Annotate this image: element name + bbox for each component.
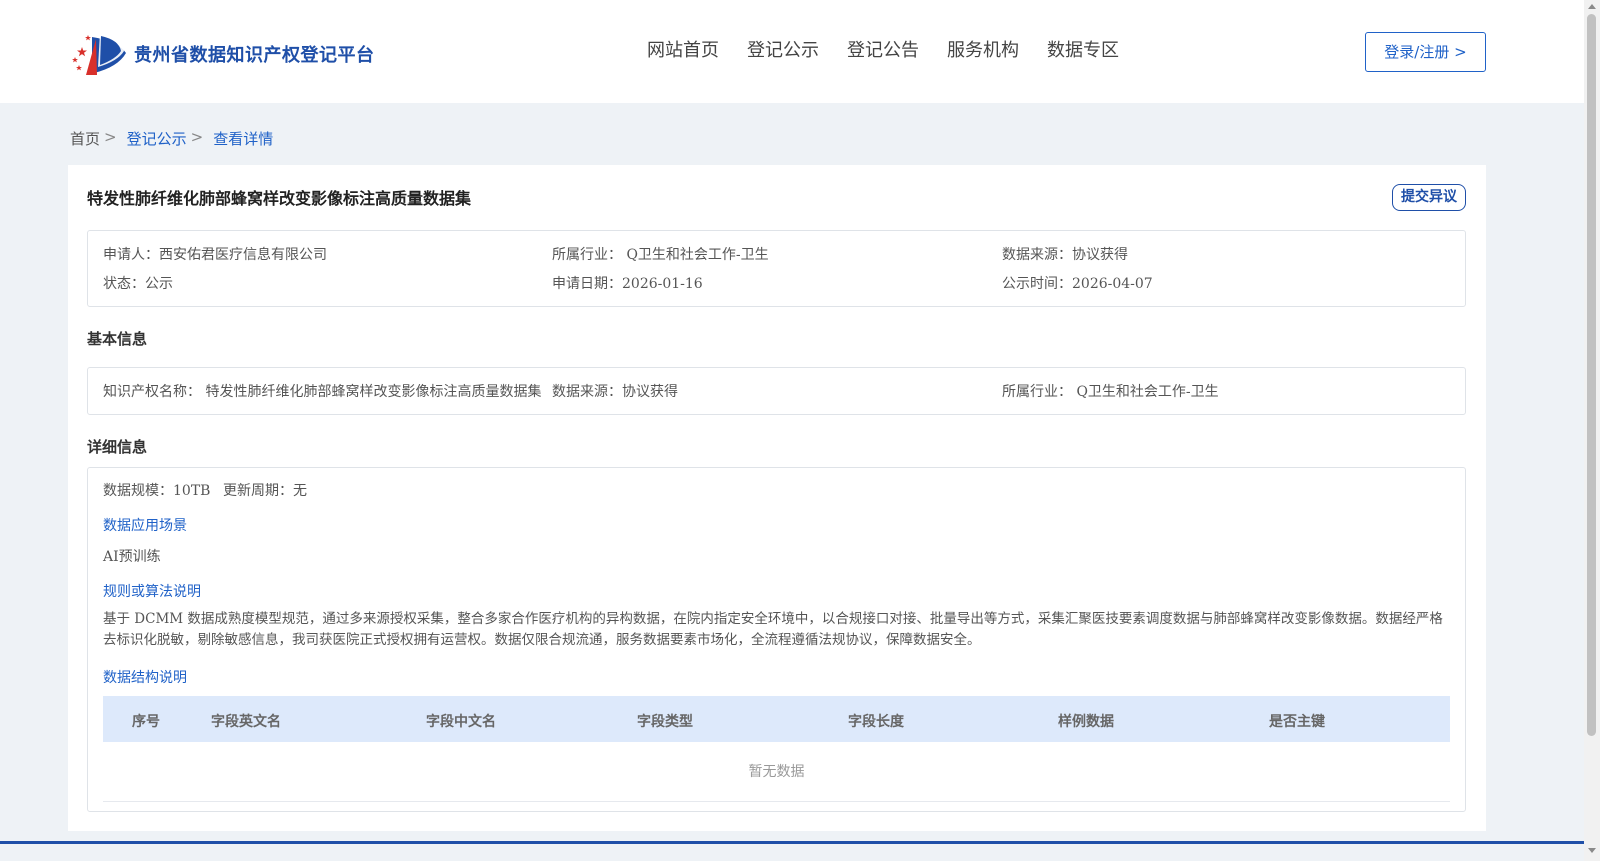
site-header: 贵州省数据知识产权登记平台 网站首页 登记公示 登记公告 服务机构 数据专区 登… [0,0,1584,103]
column-header-chinese-name: 字段中文名 [426,714,496,730]
breadcrumb: 首页 > 登记公示 > 查看详情 [70,128,273,149]
scrollbar-thumb[interactable] [1587,14,1596,736]
basic-info-box: 知识产权名称： 特发性肺纤维化肺部蜂窝样改变影像标注高质量数据集 数据来源：协议… [87,367,1466,415]
breadcrumb-current: 查看详情 [213,130,274,148]
scroll-up-arrow-icon[interactable] [1588,4,1596,9]
data-scale: 数据规模：10TB [103,483,211,499]
application-scenario-text: AI预训练 [103,549,161,565]
column-header-primary-key: 是否主键 [1269,714,1325,730]
basic-info-heading: 基本信息 [87,330,148,348]
breadcrumb-separator: > [104,128,117,146]
column-header-field-length: 字段长度 [848,714,904,730]
site-name[interactable]: 贵州省数据知识产权登记平台 [134,41,375,67]
table-empty-state: 暂无数据 [103,742,1450,802]
nav-item-registration-publicity[interactable]: 登记公示 [747,38,819,64]
column-header-sample-data: 样例数据 [1058,714,1114,730]
data-source-field: 数据来源：协议获得 [1002,247,1128,263]
scroll-down-arrow-icon[interactable] [1588,848,1596,853]
basic-data-source-field: 数据来源：协议获得 [552,384,678,400]
rule-algorithm-heading: 规则或算法说明 [103,584,201,600]
nav-item-service-agencies[interactable]: 服务机构 [947,38,1019,64]
status-field: 状态：公示 [103,276,173,292]
column-header-field-type: 字段类型 [637,714,693,730]
breadcrumb-separator: > [190,128,204,146]
detail-card: 特发性肺纤维化肺部蜂窝样改变影像标注高质量数据集 提交异议 申请人：西安佑君医疗… [68,165,1486,831]
nav-item-registration-announcement[interactable]: 登记公告 [847,38,919,64]
data-structure-heading: 数据结构说明 [103,670,187,686]
submit-objection-button[interactable]: 提交异议 [1392,184,1466,211]
table-header-row: 序号 字段英文名 字段中文名 字段类型 字段长度 样例数据 是否主键 [103,696,1450,742]
breadcrumb-registration-publicity[interactable]: 登记公示 [127,128,187,149]
column-header-index: 序号 [132,714,160,730]
detail-info-box: 数据规模：10TB 更新周期：无 数据应用场景 AI预训练 规则或算法说明 基于… [87,467,1466,812]
page-title: 特发性肺纤维化肺部蜂窝样改变影像标注高质量数据集 [87,189,472,208]
emblem-logo-icon[interactable] [70,27,128,77]
publish-time-field: 公示时间：2026-04-07 [1002,276,1153,292]
industry-field: 所属行业： Q卫生和社会工作-卫生 [552,247,769,263]
vertical-scrollbar[interactable] [1584,0,1600,861]
nav-item-data-zone[interactable]: 数据专区 [1047,38,1119,64]
update-cycle: 更新周期：无 [223,483,307,499]
ip-name-field: 知识产权名称： 特发性肺纤维化肺部蜂窝样改变影像标注高质量数据集 [103,384,542,400]
summary-box: 申请人：西安佑君医疗信息有限公司 所属行业： Q卫生和社会工作-卫生 数据来源：… [87,230,1466,307]
data-structure-table: 序号 字段英文名 字段中文名 字段类型 字段长度 样例数据 是否主键 暂无数据 [103,696,1450,802]
column-header-english-name: 字段英文名 [211,714,281,730]
application-scenario-heading: 数据应用场景 [103,518,187,534]
breadcrumb-home[interactable]: 首页 [70,128,100,149]
rule-algorithm-text: 基于 DCMM 数据成熟度模型规范，通过多来源授权采集，整合多家合作医疗机构的异… [103,611,1443,648]
nav-item-home[interactable]: 网站首页 [647,38,719,64]
detail-info-heading: 详细信息 [87,438,148,456]
basic-industry-field: 所属行业： Q卫生和社会工作-卫生 [1002,384,1219,400]
main-nav: 网站首页 登记公示 登记公告 服务机构 数据专区 [647,38,1147,64]
apply-date-field: 申请日期：2026-01-16 [552,276,703,292]
footer-accent-bar [0,841,1584,844]
applicant-field: 申请人：西安佑君医疗信息有限公司 [103,247,327,263]
login-register-button[interactable]: 登录/注册 > [1365,32,1486,72]
